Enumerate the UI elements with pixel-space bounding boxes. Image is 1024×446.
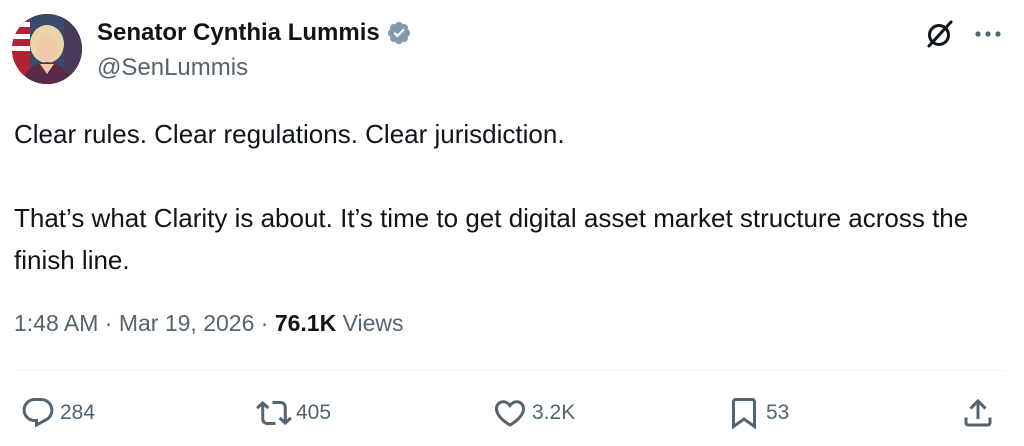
tweet-meta: 1:48 AM · Mar 19, 2026 · 76.1K Views	[14, 310, 404, 337]
reply-icon	[20, 395, 56, 431]
tweet-time[interactable]: 1:48 AM	[14, 310, 98, 336]
reply-count: 284	[60, 401, 96, 424]
like-button[interactable]: 3.2K	[492, 390, 575, 436]
divider	[14, 370, 1004, 371]
views-label: Views	[336, 310, 404, 336]
bookmark-icon	[726, 395, 762, 431]
tweet-text-line-1: Clear rules. Clear regulations. Clear ju…	[14, 119, 565, 149]
reply-button[interactable]: 284	[20, 390, 95, 436]
like-count: 3.2K	[532, 401, 576, 424]
tweet-text-gap	[14, 155, 1009, 197]
bookmark-button[interactable]: 53	[726, 390, 789, 436]
share-button[interactable]	[960, 390, 996, 436]
repost-button[interactable]: 405	[256, 390, 331, 436]
tweet-text-line-2: That’s what Clarity is about. It’s time …	[14, 203, 969, 275]
more-icon[interactable]	[968, 16, 1008, 52]
repost-count: 405	[296, 401, 332, 424]
like-icon	[492, 395, 528, 431]
repost-icon	[256, 395, 292, 431]
verified-badge-icon[interactable]	[386, 20, 412, 46]
author-name-row: Senator Cynthia Lummis	[97, 18, 412, 48]
avatar-image	[12, 14, 82, 84]
author-display-name[interactable]: Senator Cynthia Lummis	[97, 19, 380, 47]
grok-icon[interactable]	[922, 16, 958, 52]
bookmark-count: 53	[766, 401, 790, 424]
avatar[interactable]	[12, 14, 82, 84]
meta-separator: ·	[98, 310, 119, 336]
share-icon	[960, 395, 996, 431]
author-handle[interactable]: @SenLummis	[97, 54, 248, 82]
views-count: 76.1K	[274, 310, 337, 336]
action-bar: 284 405 3.2K 53	[0, 390, 1024, 436]
tweet-card: Senator Cynthia Lummis @SenLummis Clear …	[0, 0, 1024, 446]
meta-separator: ·	[254, 310, 275, 336]
tweet-text: Clear rules. Clear regulations. Clear ju…	[14, 113, 1009, 281]
tweet-date[interactable]: Mar 19, 2026	[119, 310, 255, 336]
